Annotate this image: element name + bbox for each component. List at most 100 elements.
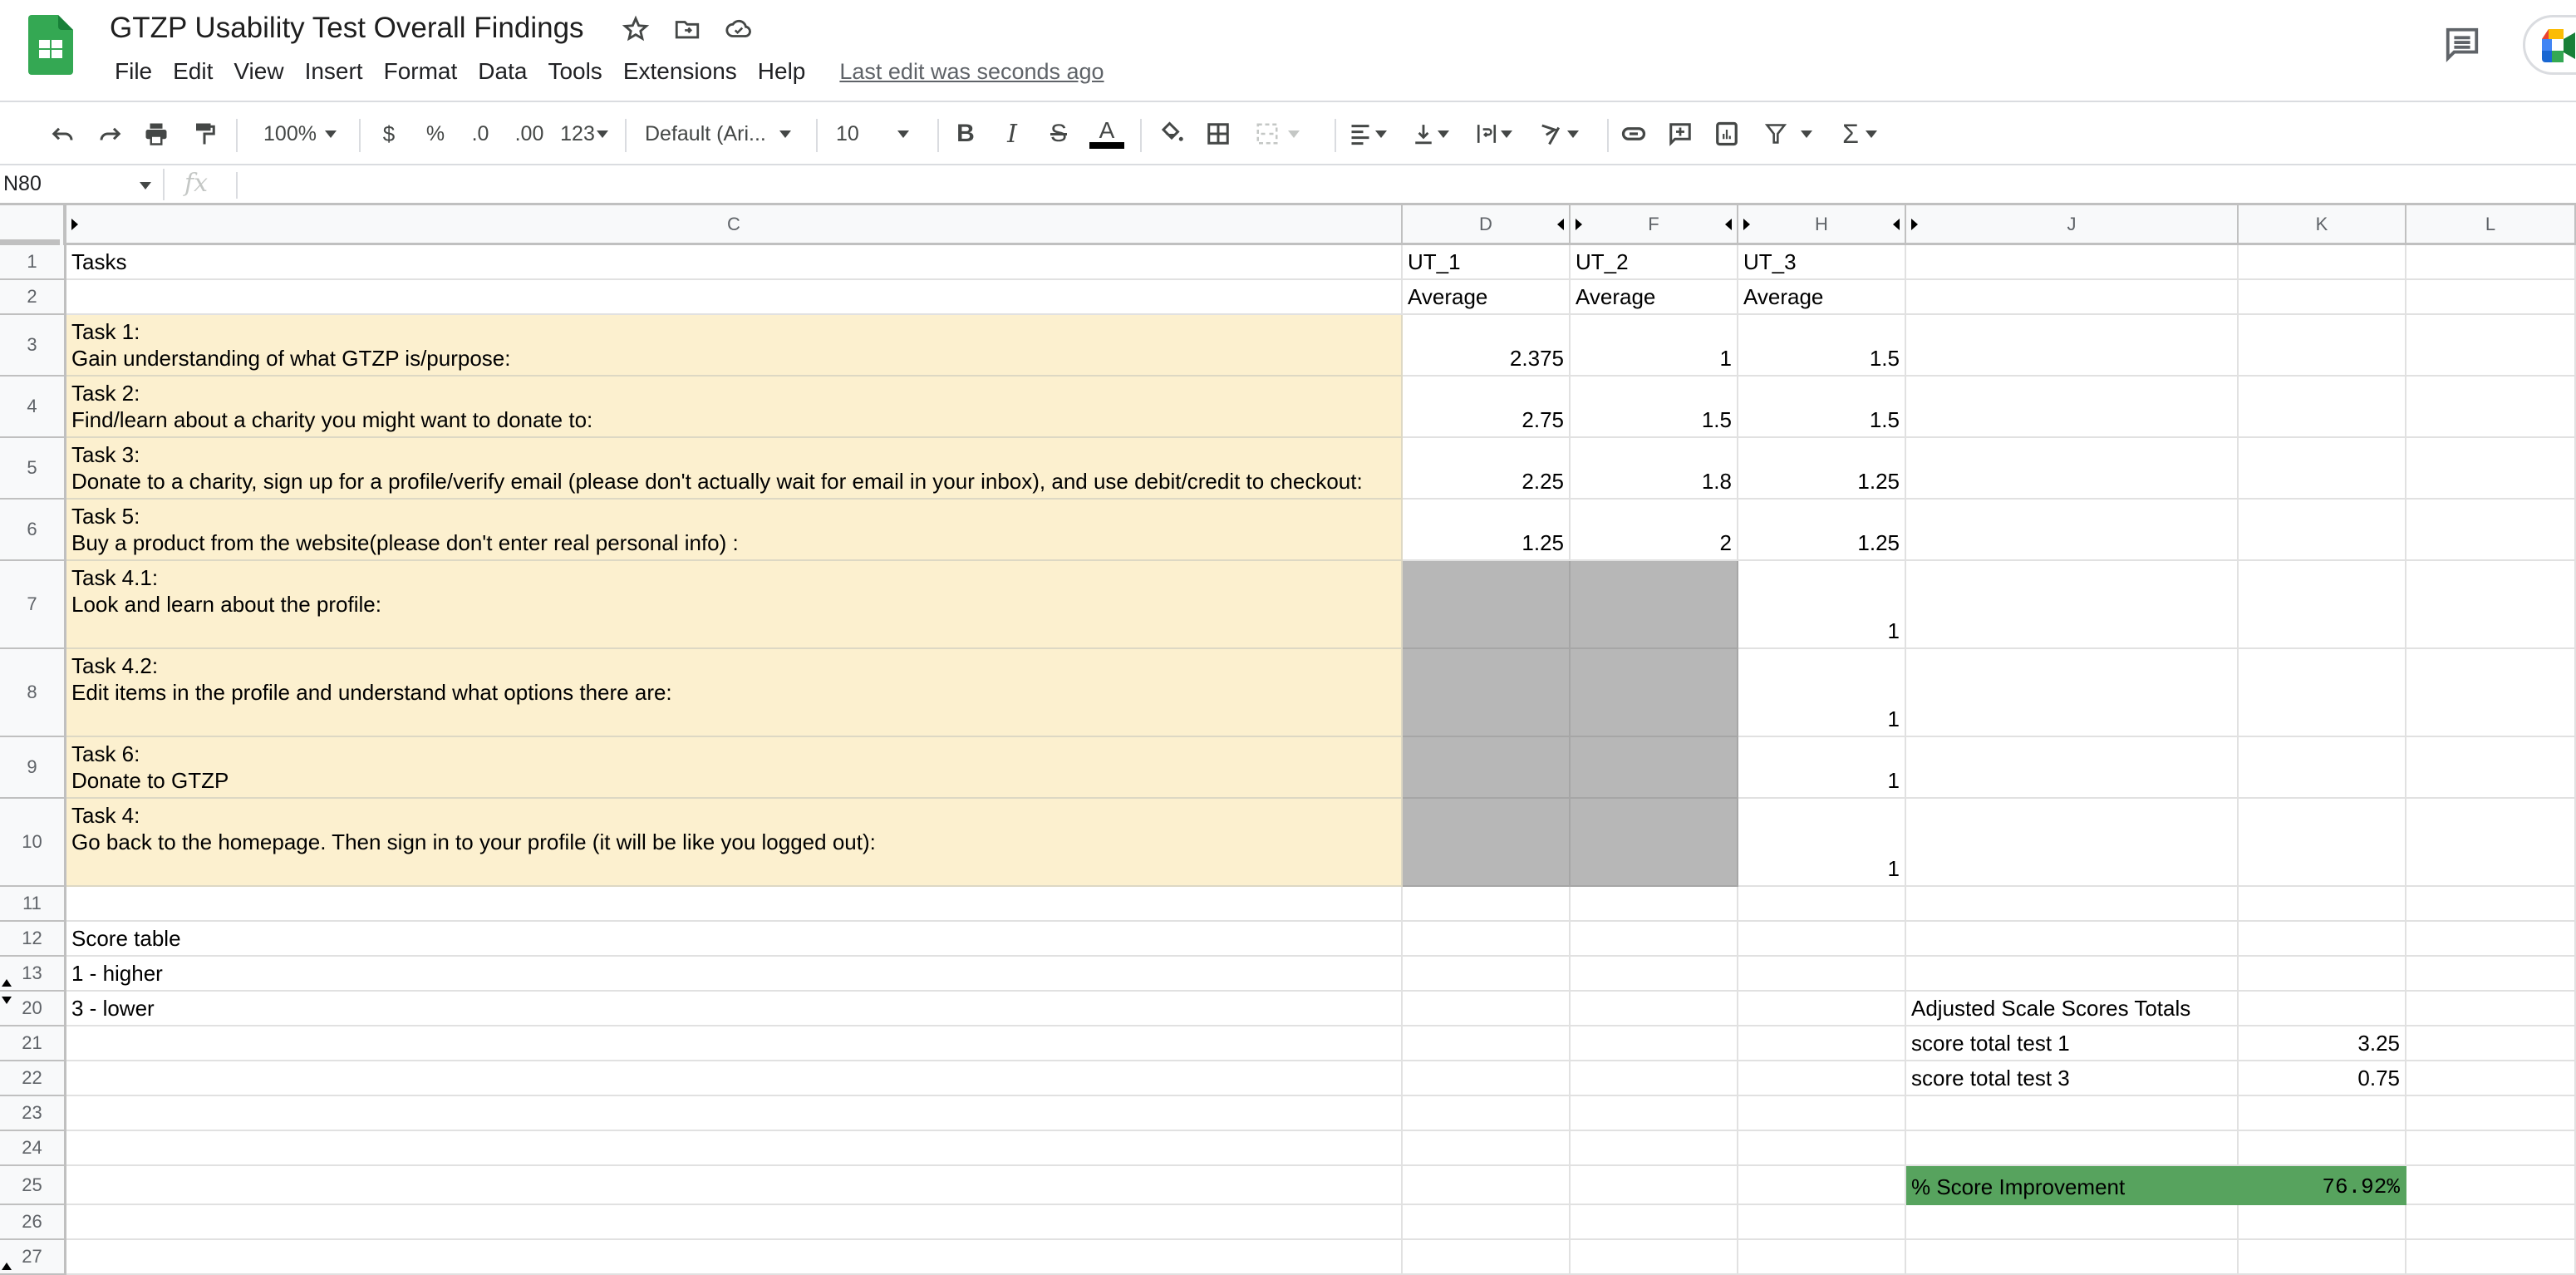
cell-f3[interactable]: 1 — [1571, 315, 1738, 377]
last-edit-link[interactable]: Last edit was seconds ago — [839, 59, 1104, 85]
cell-d7[interactable] — [1403, 561, 1571, 649]
column-header-j[interactable]: J — [1906, 205, 2239, 243]
cell-c20[interactable]: 3 - lower — [66, 992, 1403, 1026]
bold-button[interactable]: B — [951, 117, 981, 150]
cell-k24[interactable] — [2239, 1131, 2406, 1166]
cell-c13[interactable]: 1 - higher — [66, 957, 1403, 992]
cell-j5[interactable] — [1906, 438, 2239, 500]
cell-c11[interactable] — [66, 887, 1403, 922]
select-all-corner[interactable] — [0, 205, 66, 248]
cell-j11[interactable] — [1906, 887, 2239, 922]
cell-d6[interactable]: 1.25 — [1403, 500, 1571, 561]
cell-f6[interactable]: 2 — [1571, 500, 1738, 561]
cell-h4[interactable]: 1.5 — [1738, 377, 1906, 438]
menu-data[interactable]: Data — [471, 57, 533, 86]
cell-k9[interactable] — [2239, 737, 2406, 799]
percent-format-button[interactable]: % — [420, 117, 450, 150]
increase-decimal-button[interactable]: .00 — [509, 117, 550, 150]
cell-h3[interactable]: 1.5 — [1738, 315, 1906, 377]
name-box[interactable]: N80 — [3, 172, 42, 196]
cell-f7[interactable] — [1571, 561, 1738, 649]
strikethrough-button[interactable]: S — [1044, 117, 1074, 150]
column-header-d[interactable]: D — [1403, 205, 1571, 243]
move-folder-icon[interactable] — [673, 15, 701, 43]
cell-h1[interactable]: UT_3 — [1738, 245, 1906, 280]
vertical-align-button[interactable] — [1408, 117, 1454, 150]
cell-f24[interactable] — [1571, 1131, 1738, 1166]
expand-columns-icon[interactable] — [1557, 219, 1564, 230]
cell-h11[interactable] — [1738, 887, 1906, 922]
cell-d2[interactable]: Average — [1403, 280, 1571, 315]
cell-c12[interactable]: Score table — [66, 922, 1403, 957]
cell-j23[interactable] — [1906, 1096, 2239, 1131]
cell-l27[interactable] — [2406, 1240, 2576, 1275]
cell-c26[interactable] — [66, 1205, 1403, 1240]
cell-f26[interactable] — [1571, 1205, 1738, 1240]
cell-c23[interactable] — [66, 1096, 1403, 1131]
cell-d13[interactable] — [1403, 957, 1571, 992]
cell-f22[interactable] — [1571, 1061, 1738, 1096]
menu-edit[interactable]: Edit — [166, 57, 219, 86]
decrease-decimal-button[interactable]: .0 — [464, 117, 497, 150]
menu-tools[interactable]: Tools — [541, 57, 608, 86]
row-header[interactable]: 23 — [0, 1096, 66, 1131]
meet-button[interactable] — [2523, 15, 2576, 75]
cell-l11[interactable] — [2406, 887, 2576, 922]
cell-j4[interactable] — [1906, 377, 2239, 438]
cell-c5[interactable]: Task 3: Donate to a charity, sign up for … — [66, 438, 1403, 500]
row-header[interactable]: 1 — [0, 245, 66, 280]
menu-view[interactable]: View — [227, 57, 290, 86]
cell-h23[interactable] — [1738, 1096, 1906, 1131]
insert-comment-icon[interactable] — [1664, 117, 1697, 150]
menu-help[interactable]: Help — [751, 57, 813, 86]
cell-k6[interactable] — [2239, 500, 2406, 561]
chevron-down-icon[interactable] — [140, 182, 151, 190]
group-expand-icon[interactable] — [2, 1263, 12, 1270]
cell-d20[interactable] — [1403, 992, 1571, 1026]
formula-input[interactable] — [246, 170, 2556, 200]
cell-d12[interactable] — [1403, 922, 1571, 957]
cell-k2[interactable] — [2239, 280, 2406, 315]
cell-c9[interactable]: Task 6: Donate to GTZP — [66, 737, 1403, 799]
menu-insert[interactable]: Insert — [298, 57, 370, 86]
cell-h25[interactable] — [1738, 1166, 1906, 1205]
row-header[interactable]: 9 — [0, 737, 66, 799]
row-header[interactable]: 10 — [0, 799, 66, 887]
cell-h5[interactable]: 1.25 — [1738, 438, 1906, 500]
cell-j12[interactable] — [1906, 922, 2239, 957]
cell-f1[interactable]: UT_2 — [1571, 245, 1738, 280]
undo-icon[interactable] — [47, 117, 80, 150]
font-size-select[interactable]: 10 — [836, 117, 922, 150]
cell-k11[interactable] — [2239, 887, 2406, 922]
cell-k5[interactable] — [2239, 438, 2406, 500]
cell-k26[interactable] — [2239, 1205, 2406, 1240]
cell-k27[interactable] — [2239, 1240, 2406, 1275]
cell-f13[interactable] — [1571, 957, 1738, 992]
more-formats-button[interactable]: 123 — [555, 117, 613, 150]
cell-l7[interactable] — [2406, 561, 2576, 649]
cell-j3[interactable] — [1906, 315, 2239, 377]
cell-d27[interactable] — [1403, 1240, 1571, 1275]
cell-k22[interactable]: 0.75 — [2239, 1061, 2406, 1096]
cell-d25[interactable] — [1403, 1166, 1571, 1205]
cell-l22[interactable] — [2406, 1061, 2576, 1096]
cell-j9[interactable] — [1906, 737, 2239, 799]
cell-c10[interactable]: Task 4: Go back to the homepage. Then sig… — [66, 799, 1403, 887]
cell-d22[interactable] — [1403, 1061, 1571, 1096]
cell-h10[interactable]: 1 — [1738, 799, 1906, 887]
row-header[interactable]: 12 — [0, 922, 66, 957]
cell-j6[interactable] — [1906, 500, 2239, 561]
cell-h22[interactable] — [1738, 1061, 1906, 1096]
cell-f25[interactable] — [1571, 1166, 1738, 1205]
cell-l4[interactable] — [2406, 377, 2576, 438]
text-rotation-button[interactable] — [1534, 117, 1584, 150]
cell-l26[interactable] — [2406, 1205, 2576, 1240]
cell-j1[interactable] — [1906, 245, 2239, 280]
cell-f8[interactable] — [1571, 649, 1738, 737]
cell-k23[interactable] — [2239, 1096, 2406, 1131]
cell-l2[interactable] — [2406, 280, 2576, 315]
cell-h7[interactable]: 1 — [1738, 561, 1906, 649]
cell-c6[interactable]: Task 5: Buy a product from the website(pl… — [66, 500, 1403, 561]
borders-icon[interactable] — [1202, 117, 1235, 150]
cell-l1[interactable] — [2406, 245, 2576, 280]
